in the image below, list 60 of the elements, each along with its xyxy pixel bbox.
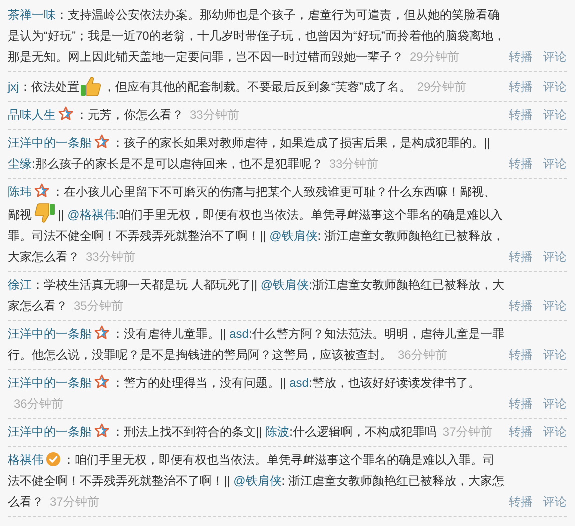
comment-text: 茶禅一味：支持温岭公安依法办案。那幼师也是个孩子，虐童行为可遣责，但从她的笑脸看确是认为“好玩”；我是一近70的老翁，十几岁时带侄子玩，也曾因为“好玩”而拎着他的脑袋离地，那是无知。网上因此铺天盖地一定要问罪，岂不因一时过错而毁她一辈子？ 29分钟前 [8,7,506,66]
comment-text: 汪洋中的一条船 ：没有虐待儿童罪。|| asd:什么警方阿？知法范法。明明，虐待儿童是一罪行。他怎么说，没罪呢？是不是掏钱进的警局阿？这警局，应该被查封。 36分钟前 [8,324,506,364]
action-link[interactable]: 评论 [543,47,567,68]
action-link[interactable]: 评论 [543,105,567,126]
author-link[interactable]: 汪洋中的一条船 [8,327,92,341]
timestamp: 33分钟前 [86,250,136,264]
action-link[interactable]: 评论 [543,154,567,175]
author-link[interactable]: 汪洋中的一条船 [8,136,92,150]
action-link[interactable]: 转播 [509,492,533,513]
comment-text: jxj：依法处置 ，但应有其他的配套制裁。不要最后反到象“芙蓉”成了名。 29分钟前 [8,75,506,98]
mention-link[interactable]: asd [230,327,249,341]
action-link[interactable]: 评论 [543,296,567,317]
action-link[interactable]: 评论 [543,77,567,98]
comment-text: 汪洋中的一条船 ：警方的处理得当，没有问题。|| asd:警放，也该好好读读发律书了。 36分钟前 [8,373,482,413]
mention-link[interactable]: 陈波 [266,425,290,439]
timestamp: 37分钟前 [442,425,492,439]
action-link[interactable]: 评论 [543,492,567,513]
timestamp: 33分钟前 [329,157,379,171]
action-link[interactable]: 评论 [543,394,567,415]
timestamp: 29分钟前 [410,50,460,64]
author-link[interactable]: 汪洋中的一条船 [8,376,92,390]
author-link[interactable]: jxj [8,80,20,94]
author-link[interactable]: 茶禅一味 [8,8,56,22]
comment-text: 徐江：学校生活真无聊一天都是玩 人都玩死了|| @铁肩侠:浙江虐童女教师颜艳红已被释放，大家怎么看？ 35分钟前 [8,277,506,315]
action-link[interactable]: 转播 [509,47,533,68]
author-link[interactable]: 品味人生 [8,108,56,122]
comment-text: 品味人生 ：元芳，你怎么看？ 33分钟前 [8,105,240,124]
action-link[interactable]: 转播 [509,154,533,175]
mention-link[interactable]: @铁肩侠 [234,474,282,488]
comment-text: 陈玮 ：在小孩儿心里留下不可磨灭的伤痛与把某个人致残谁更可耻？什么东西嘛！鄙视、鄙视 || @格祺伟:咱们手里无权，即便有权也当依法。单凭寻衅滋事这个罪名的确是难以入罪。司法不健全啊！不弄残弄死就整治不了啊！|| @铁肩侠: 浙江虐童女教师颜艳红已被释放，大家怎么看？ 33分钟前 [8,182,506,266]
action-link[interactable]: 转播 [509,77,533,98]
timestamp: 35分钟前 [74,299,124,313]
author-link[interactable]: 汪洋中的一条船 [8,425,92,439]
timestamp: 37分钟前 [50,495,100,509]
thumbs-up-icon [80,75,102,97]
mention-link[interactable]: @格祺伟 [68,208,116,222]
mention-link[interactable]: 尘缘 [8,157,32,171]
mention-link[interactable]: @铁肩侠 [260,278,310,292]
action-link[interactable]: 评论 [543,247,567,268]
mention-link[interactable]: @铁肩侠 [270,229,318,243]
timestamp: 29分钟前 [417,80,467,94]
author-link[interactable]: 徐江 [8,278,32,292]
timestamp: 36分钟前 [398,348,448,362]
author-link[interactable]: 格祺伟 [8,453,44,467]
comment-text: 汪洋中的一条船 ：刑法上找不到符合的条文|| 陈波:什么逻辑啊，不构成犯罪吗 37分钟前 [8,422,494,441]
timestamp: 33分钟前 [190,108,240,122]
action-link[interactable]: 评论 [543,345,567,366]
action-link[interactable]: 转播 [509,247,533,268]
action-link[interactable]: 转播 [509,422,533,443]
timestamp: 36分钟前 [14,397,64,411]
author-link[interactable]: 陈玮 [8,185,32,199]
action-link[interactable]: 转播 [509,105,533,126]
thumbs-down-icon [33,203,57,225]
action-link[interactable]: 评论 [543,422,567,443]
action-link[interactable]: 转播 [509,296,533,317]
mention-link[interactable]: asd [290,376,309,390]
comment-text: 格祺伟 ：咱们手里无权，即便有权也当依法。单凭寻衅滋事这个罪名的确是难以入罪。司法不健全啊！不弄残弄死就整治不了啊！|| @铁肩侠: 浙江虐童女教师颜艳红已被释放，大家怎么看？ 37分钟前 [8,451,506,511]
action-link[interactable]: 转播 [509,394,533,415]
action-link[interactable]: 转播 [509,345,533,366]
comment-text: 汪洋中的一条船 ：孩子的家长如果对教师虐待，如果造成了损害后果，是构成犯罪的。|| 尘缘:那么孩子的家长是不是可以虐待回来，也不是犯罪呢？ 33分钟前 [8,133,492,173]
